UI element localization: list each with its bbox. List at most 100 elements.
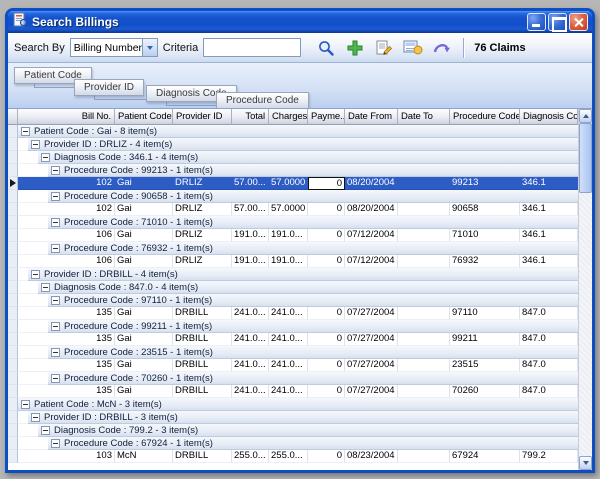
group-row[interactable]: Provider ID : DRLIZ - 4 item(s) bbox=[8, 138, 578, 151]
column-header-procedure_code[interactable]: Procedure Code bbox=[450, 109, 520, 125]
scrollbar-thumb[interactable] bbox=[579, 123, 592, 193]
group-row[interactable]: Provider ID : DRBILL - 3 item(s) bbox=[8, 411, 578, 424]
cell-payment[interactable]: 0 bbox=[308, 359, 345, 372]
column-header-patient_code[interactable]: Patient Code bbox=[115, 109, 173, 125]
cell-procedure_code[interactable]: 67924 bbox=[450, 450, 520, 463]
cell-date_from[interactable]: 07/27/2004 bbox=[345, 359, 398, 372]
cell-bill_no[interactable]: 135 bbox=[18, 307, 115, 320]
cell-date_from[interactable]: 07/27/2004 bbox=[345, 307, 398, 320]
data-row[interactable]: 135GaiDRBILL241.0...241.0...007/27/20049… bbox=[8, 307, 578, 320]
data-row[interactable]: 135GaiDRBILL241.0...241.0...007/27/20049… bbox=[8, 333, 578, 346]
group-row[interactable]: Procedure Code : 67924 - 1 item(s) bbox=[8, 437, 578, 450]
cell-date_to[interactable] bbox=[398, 450, 450, 463]
group-row[interactable]: Diagnosis Code : 799.2 - 3 item(s) bbox=[8, 424, 578, 437]
cell-charges[interactable]: 241.0... bbox=[269, 333, 308, 346]
row-selector[interactable] bbox=[8, 242, 18, 255]
cell-diagnosis_code[interactable]: 346.1 bbox=[520, 203, 578, 216]
cell-patient_code[interactable]: Gai bbox=[115, 307, 173, 320]
cell-provider_id[interactable]: DRLIZ bbox=[173, 255, 232, 268]
scroll-up-button[interactable] bbox=[579, 109, 592, 123]
cell-charges[interactable]: 241.0... bbox=[269, 307, 308, 320]
row-selector[interactable] bbox=[8, 333, 18, 346]
cell-provider_id[interactable]: DRBILL bbox=[173, 385, 232, 398]
scrollbar-track[interactable] bbox=[579, 123, 592, 456]
column-header-provider_id[interactable]: Provider ID bbox=[173, 109, 232, 125]
collapse-icon[interactable] bbox=[51, 348, 60, 357]
cell-provider_id[interactable]: DRLIZ bbox=[173, 203, 232, 216]
group-row[interactable]: Procedure Code : 76932 - 1 item(s) bbox=[8, 242, 578, 255]
row-selector[interactable] bbox=[8, 450, 18, 463]
collapse-icon[interactable] bbox=[51, 374, 60, 383]
cell-payment[interactable]: 0 bbox=[308, 385, 345, 398]
group-row[interactable]: Procedure Code : 90658 - 1 item(s) bbox=[8, 190, 578, 203]
data-row[interactable]: 135GaiDRBILL241.0...241.0...007/27/20047… bbox=[8, 385, 578, 398]
cell-date_to[interactable] bbox=[398, 333, 450, 346]
title-bar[interactable]: Search Billings bbox=[8, 11, 592, 33]
add-icon[interactable] bbox=[343, 36, 367, 60]
cell-provider_id[interactable]: DRLIZ bbox=[173, 229, 232, 242]
collapse-icon[interactable] bbox=[51, 244, 60, 253]
column-header-charges[interactable]: Charges bbox=[269, 109, 308, 125]
cell-total[interactable]: 255.0... bbox=[232, 450, 269, 463]
cell-charges[interactable]: 241.0... bbox=[269, 385, 308, 398]
row-selector[interactable] bbox=[8, 164, 18, 177]
collapse-icon[interactable] bbox=[51, 439, 60, 448]
row-selector[interactable] bbox=[8, 307, 18, 320]
close-button[interactable] bbox=[569, 13, 588, 31]
cell-payment[interactable]: 0 bbox=[308, 229, 345, 242]
column-header-bill_no[interactable]: Bill No. bbox=[18, 109, 115, 125]
data-row[interactable]: 106GaiDRLIZ191.0...191.0...007/12/200471… bbox=[8, 229, 578, 242]
row-selector[interactable] bbox=[8, 125, 18, 138]
dropdown-button[interactable] bbox=[142, 39, 157, 56]
cell-provider_id[interactable]: DRBILL bbox=[173, 333, 232, 346]
collapse-icon[interactable] bbox=[41, 283, 50, 292]
cell-patient_code[interactable]: Gai bbox=[115, 255, 173, 268]
cell-procedure_code[interactable]: 76932 bbox=[450, 255, 520, 268]
row-selector[interactable] bbox=[8, 203, 18, 216]
cell-procedure_code[interactable]: 99211 bbox=[450, 333, 520, 346]
column-header-date_from[interactable]: Date From bbox=[345, 109, 398, 125]
cell-diagnosis_code[interactable]: 346.1 bbox=[520, 255, 578, 268]
cell-date_to[interactable] bbox=[398, 255, 450, 268]
cell-patient_code[interactable]: Gai bbox=[115, 359, 173, 372]
row-selector[interactable] bbox=[8, 151, 18, 164]
cell-bill_no[interactable]: 102 bbox=[18, 203, 115, 216]
cell-date_from[interactable]: 08/23/2004 bbox=[345, 450, 398, 463]
group-row[interactable]: Diagnosis Code : 847.0 - 4 item(s) bbox=[8, 281, 578, 294]
cell-bill_no[interactable]: 106 bbox=[18, 255, 115, 268]
group-row[interactable]: Procedure Code : 23515 - 1 item(s) bbox=[8, 346, 578, 359]
group-row[interactable]: Patient Code : Gai - 8 item(s) bbox=[8, 125, 578, 138]
payment-edit-cell[interactable]: 0 bbox=[308, 177, 345, 190]
cell-patient_code[interactable]: Gai bbox=[115, 177, 173, 190]
cell-bill_no[interactable]: 135 bbox=[18, 333, 115, 346]
group-row[interactable]: Procedure Code : 99213 - 1 item(s) bbox=[8, 164, 578, 177]
row-selector[interactable] bbox=[8, 281, 18, 294]
group-row[interactable]: Procedure Code : 99211 - 1 item(s) bbox=[8, 320, 578, 333]
cell-bill_no[interactable]: 135 bbox=[18, 359, 115, 372]
cell-date_to[interactable] bbox=[398, 359, 450, 372]
cell-date_from[interactable]: 08/20/2004 bbox=[345, 177, 398, 190]
row-selector[interactable] bbox=[8, 294, 18, 307]
cell-total[interactable]: 191.0... bbox=[232, 229, 269, 242]
group-row[interactable]: Procedure Code : 71010 - 1 item(s) bbox=[8, 216, 578, 229]
collapse-icon[interactable] bbox=[31, 270, 40, 279]
cell-provider_id[interactable]: DRLIZ bbox=[173, 177, 232, 190]
cell-diagnosis_code[interactable]: 799.2 bbox=[520, 450, 578, 463]
data-row[interactable]: 103McNDRBILL255.0...255.0...008/23/20046… bbox=[8, 450, 578, 463]
column-header-total[interactable]: Total bbox=[232, 109, 269, 125]
row-selector[interactable] bbox=[8, 138, 18, 151]
cell-procedure_code[interactable]: 23515 bbox=[450, 359, 520, 372]
row-selector[interactable] bbox=[8, 437, 18, 450]
cell-total[interactable]: 57.00... bbox=[232, 203, 269, 216]
cell-payment[interactable]: 0 bbox=[308, 307, 345, 320]
column-header-diagnosis_code[interactable]: Diagnosis Code bbox=[520, 109, 578, 125]
collapse-icon[interactable] bbox=[41, 153, 50, 162]
collapse-icon[interactable] bbox=[51, 192, 60, 201]
data-row[interactable]: 135GaiDRBILL241.0...241.0...007/27/20042… bbox=[8, 359, 578, 372]
data-row[interactable]: 102GaiDRLIZ57.00...57.0000008/20/2004906… bbox=[8, 203, 578, 216]
cell-payment[interactable]: 0 bbox=[308, 255, 345, 268]
collapse-icon[interactable] bbox=[51, 218, 60, 227]
cell-date_from[interactable]: 07/27/2004 bbox=[345, 333, 398, 346]
cell-date_from[interactable]: 08/20/2004 bbox=[345, 203, 398, 216]
collapse-icon[interactable] bbox=[21, 127, 30, 136]
